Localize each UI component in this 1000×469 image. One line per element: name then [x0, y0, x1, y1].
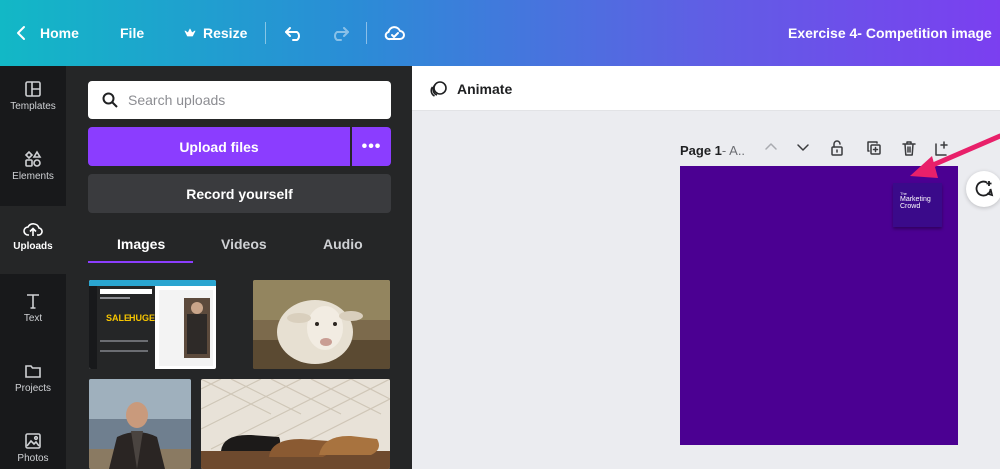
duplicate-icon	[867, 141, 881, 155]
add-comment-button[interactable]	[966, 171, 1000, 207]
logo-text-line1: Marketing	[900, 196, 931, 203]
home-button[interactable]: Home	[16, 0, 79, 66]
uploads-icon	[23, 223, 43, 236]
editor-area: Animate Page 1 - A.. The Marketing Crowd	[412, 66, 1000, 469]
thumbnail-caption-sale: SALE	[106, 313, 131, 323]
tab-audio[interactable]: Audio	[323, 236, 363, 252]
resize-label: Resize	[203, 25, 248, 41]
thumbnail-image	[253, 280, 390, 369]
rail-item-text[interactable]: Text	[0, 292, 66, 344]
delete-page-button[interactable]	[902, 140, 916, 161]
active-tab-indicator	[88, 261, 193, 263]
upload-thumbnail-man[interactable]	[89, 379, 191, 469]
animate-button[interactable]: Animate	[429, 66, 512, 111]
undo-icon	[285, 27, 300, 41]
cloud-save-status[interactable]	[384, 0, 406, 66]
duplicate-page-button[interactable]	[866, 140, 882, 161]
search-input[interactable]	[128, 92, 368, 108]
rail-item-label: Uploads	[13, 241, 53, 252]
rail-item-label: Elements	[12, 171, 54, 182]
rail-item-photos[interactable]: Photos	[0, 432, 66, 469]
top-bar: Home File Resize Exercise 4- Competition…	[0, 0, 1000, 66]
page-title[interactable]: Page 1 - A..	[680, 140, 745, 160]
elements-icon	[24, 150, 42, 167]
rail-item-projects[interactable]: Projects	[0, 362, 66, 414]
page-name-label: - A..	[721, 142, 746, 158]
search-box[interactable]	[88, 81, 391, 119]
rail-item-uploads[interactable]: Uploads	[0, 206, 66, 274]
add-page-button[interactable]	[934, 140, 950, 161]
more-options-button[interactable]: •••	[352, 127, 391, 166]
upload-thumbnail-sheep[interactable]	[253, 280, 390, 369]
page-up-button[interactable]	[764, 140, 778, 159]
unlock-icon	[831, 140, 843, 156]
left-rail: Templates Elements Uploads Text Projects…	[0, 66, 66, 469]
record-yourself-button[interactable]: Record yourself	[88, 174, 391, 213]
thumbnail-caption-huge: HUGE	[129, 313, 156, 323]
editor-toolbar: Animate	[412, 66, 1000, 111]
design-title[interactable]: Exercise 4- Competition image	[788, 0, 992, 66]
animate-label: Animate	[457, 80, 513, 97]
chevron-left-icon	[17, 26, 25, 40]
uploads-panel: Upload files ••• Record yourself Images …	[66, 66, 412, 469]
logo-text-line2: Crowd	[900, 203, 921, 210]
divider	[265, 22, 266, 44]
chevron-down-icon	[797, 144, 809, 151]
tab-images[interactable]: Images	[117, 236, 165, 252]
page-down-button[interactable]	[796, 140, 810, 159]
logo-element[interactable]: The Marketing Crowd	[893, 183, 942, 227]
upload-files-button[interactable]: Upload files	[88, 127, 350, 166]
canva-editor: Home File Resize Exercise 4- Competition…	[0, 0, 1000, 469]
rail-item-elements[interactable]: Elements	[0, 150, 66, 202]
photos-icon	[25, 433, 41, 449]
thumbnail-image	[89, 379, 191, 469]
home-label: Home	[40, 25, 79, 41]
file-label: File	[120, 25, 145, 41]
rail-item-templates[interactable]: Templates	[0, 80, 66, 132]
thumbnail-image	[89, 280, 216, 369]
text-icon	[27, 294, 39, 309]
upload-thumbnail-canva-screenshot[interactable]: SALE HUGE	[89, 280, 216, 369]
redo-icon	[334, 27, 349, 41]
animate-icon	[430, 80, 447, 97]
undo-button[interactable]	[284, 0, 304, 66]
file-menu[interactable]: File	[120, 0, 144, 66]
add-page-icon	[935, 141, 948, 156]
rail-item-label: Templates	[10, 101, 56, 112]
lock-page-button[interactable]	[830, 140, 844, 161]
cloud-check-icon	[384, 26, 405, 41]
trash-icon	[902, 141, 916, 156]
resize-button[interactable]: Resize	[184, 0, 247, 66]
crown-icon	[184, 28, 196, 37]
thumbnail-image	[201, 379, 390, 469]
tab-videos[interactable]: Videos	[221, 236, 267, 252]
design-canvas[interactable]: The Marketing Crowd	[680, 166, 958, 445]
redo-button[interactable]	[330, 0, 350, 66]
rail-item-label: Photos	[17, 453, 49, 464]
page-number-label: Page 1	[680, 142, 722, 158]
design-title-text: Exercise 4- Competition image	[788, 25, 992, 41]
rail-item-label: Text	[23, 313, 43, 324]
upload-thumbnail-shoes[interactable]	[201, 379, 390, 469]
templates-icon	[25, 81, 41, 97]
search-icon	[102, 92, 118, 108]
divider	[366, 22, 367, 44]
comment-add-icon	[975, 180, 994, 197]
projects-icon	[25, 365, 41, 378]
rail-item-label: Projects	[14, 383, 52, 394]
logo-text: Marketing Crowd	[900, 196, 931, 210]
chevron-up-icon	[765, 143, 777, 150]
